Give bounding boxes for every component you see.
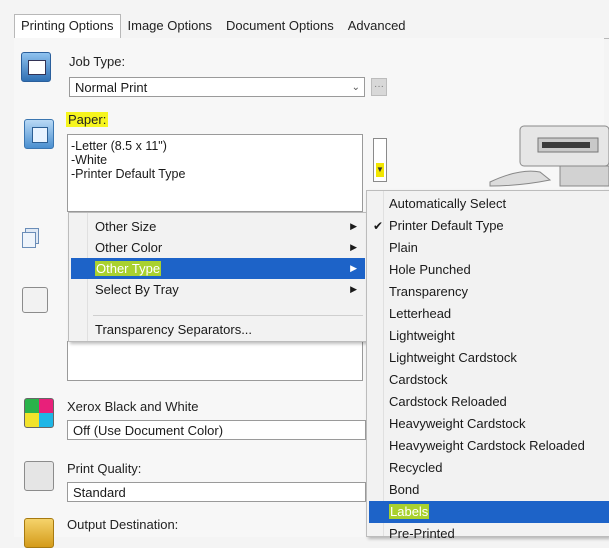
output-icon [24,518,54,548]
printer-image [489,125,609,187]
paper-line-size: -Letter (8.5 x 11") [71,139,167,153]
menu-item-select-by-tray[interactable]: Select By Tray ▶ [71,279,365,300]
paper-label: Paper: [66,112,109,127]
type-item-lightweight[interactable]: Lightweight [369,325,609,347]
tab-document-options[interactable]: Document Options [219,14,341,38]
menu-item-other-color[interactable]: Other Color ▶ [71,237,365,258]
chevron-down-icon: ⌄ [351,82,360,93]
dropdown-arrow-icon: ▼ [376,163,384,177]
tab-strip: Printing Options Image Options Document … [14,14,413,38]
type-item-transparency[interactable]: Transparency [369,281,609,303]
checkbox[interactable] [22,287,48,313]
print-quality-select[interactable]: Standard [67,482,366,502]
type-item-hole-punched[interactable]: Hole Punched [369,259,609,281]
hidden-field[interactable] [67,341,363,381]
print-quality-label: Print Quality: [67,461,142,476]
menu-item-other-type[interactable]: Other Type ▶ [71,258,365,279]
menu-item-other-size[interactable]: Other Size ▶ [71,216,365,237]
type-item-cardstock[interactable]: Cardstock [369,369,609,391]
submenu-arrow-icon: ▶ [350,242,357,252]
type-item-letterhead[interactable]: Letterhead [369,303,609,325]
type-item-plain[interactable]: Plain [369,237,609,259]
copies-icon [21,226,41,248]
type-item-automatically-select[interactable]: Automatically Select [369,193,609,215]
job-type-select[interactable]: Normal Print ⌄ [69,77,365,97]
menu-item-transparency-separators[interactable]: Transparency Separators... [71,319,365,340]
type-item-printer-default-type[interactable]: ✔ Printer Default Type [369,215,609,237]
paper-context-menu: Other Size ▶ Other Color ▶ Other Type ▶ Sel… [68,212,368,342]
paper-line-color: -White [71,153,108,167]
submenu-arrow-icon: ▶ [350,221,357,231]
type-item-recycled[interactable]: Recycled [369,457,609,479]
submenu-arrow-icon: ▶ [350,284,357,294]
type-item-lightweight-cardstock[interactable]: Lightweight Cardstock [369,347,609,369]
tab-printing-options[interactable]: Printing Options [14,14,121,38]
paper-type-submenu: Automatically Select ✔ Printer Default Ty… [366,190,609,541]
tab-advanced[interactable]: Advanced [341,14,413,38]
job-type-icon [21,52,51,82]
paper-icon [24,119,54,149]
type-item-pre-printed[interactable]: Pre-Printed [369,523,609,545]
paper-dropdown-button[interactable]: ▼ [373,138,387,182]
output-destination-label: Output Destination: [67,517,179,532]
print-quality-value: Standard [73,485,126,500]
submenu-arrow-icon: ▶ [350,263,357,273]
color-mode-icon [24,398,54,428]
color-mode-select[interactable]: Off (Use Document Color) [67,420,366,440]
job-type-value: Normal Print [75,80,148,95]
tab-image-options[interactable]: Image Options [121,14,220,38]
type-item-heavyweight-cardstock-reloaded[interactable]: Heavyweight Cardstock Reloaded [369,435,609,457]
color-mode-value: Off (Use Document Color) [73,423,224,438]
quality-icon [24,461,54,491]
paper-line-type: -Printer Default Type [71,167,186,181]
job-type-label: Job Type: [69,54,126,69]
job-type-settings-button[interactable]: ··· [371,78,387,96]
type-item-heavyweight-cardstock[interactable]: Heavyweight Cardstock [369,413,609,435]
color-mode-label: Xerox Black and White [67,399,199,414]
menu-separator [93,315,363,316]
checkmark-icon: ✔ [373,219,384,233]
type-item-labels[interactable]: Labels [369,501,609,523]
type-item-bond[interactable]: Bond [369,479,609,501]
type-item-cardstock-reloaded[interactable]: Cardstock Reloaded [369,391,609,413]
paper-summary-box[interactable]: -Letter (8.5 x 11") -White -Printer Defa… [67,134,363,212]
